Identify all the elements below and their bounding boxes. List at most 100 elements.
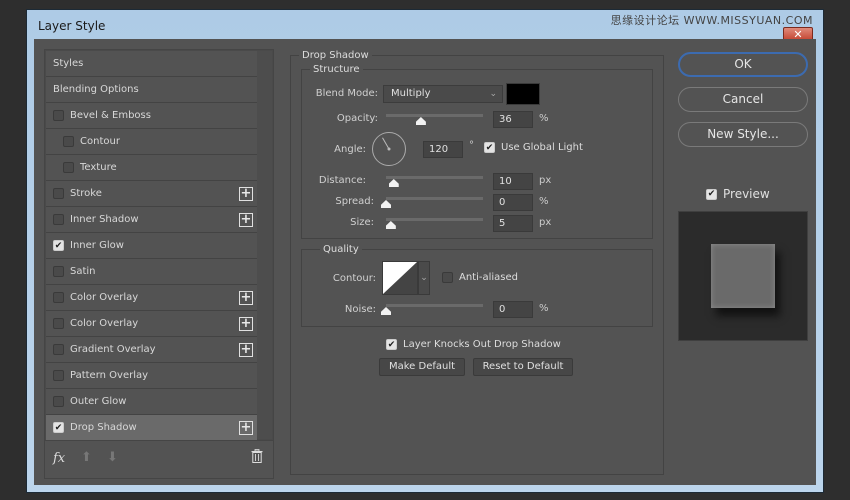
noise-input[interactable]: 0 — [493, 301, 533, 318]
styles-scrollbar[interactable] — [257, 51, 272, 439]
move-down-icon[interactable]: ⬇ — [107, 450, 118, 465]
angle-needle-icon — [382, 137, 391, 151]
angle-dial[interactable] — [372, 132, 406, 166]
trash-icon[interactable] — [251, 449, 263, 463]
style-item-color-overlay[interactable]: Color Overlay + — [46, 285, 257, 311]
preview-checkbox[interactable]: ✔ Preview — [706, 187, 770, 201]
opacity-slider[interactable] — [386, 114, 483, 117]
checkbox-box — [442, 272, 453, 283]
checkbox-box[interactable] — [53, 396, 64, 407]
checkbox-box[interactable] — [53, 292, 64, 303]
checkbox-box[interactable] — [53, 188, 64, 199]
style-item-inner-glow[interactable]: ✔ Inner Glow — [46, 233, 257, 259]
noise-slider[interactable] — [386, 304, 483, 307]
size-input[interactable]: 5 — [493, 215, 533, 232]
make-default-button[interactable]: Make Default — [379, 358, 465, 376]
size-slider[interactable] — [386, 218, 483, 221]
opacity-unit: % — [539, 113, 549, 124]
angle-unit: ° — [469, 140, 474, 151]
angle-label: Angle: — [334, 144, 366, 155]
distance-label: Distance: — [318, 175, 366, 186]
add-instance-plus-icon[interactable]: + — [239, 343, 253, 357]
dialog-title: Layer Style — [38, 19, 106, 33]
anti-aliased-label: Anti-aliased — [459, 272, 519, 283]
check-icon[interactable]: ✔ — [53, 240, 64, 251]
spread-slider[interactable] — [386, 197, 483, 200]
style-item-blending-options[interactable]: Blending Options — [46, 77, 257, 103]
add-instance-plus-icon[interactable]: + — [239, 421, 253, 435]
structure-title: Structure — [310, 64, 363, 75]
style-item-outer-glow[interactable]: Outer Glow — [46, 389, 257, 415]
style-item-color-overlay[interactable]: Color Overlay + — [46, 311, 257, 337]
style-item-satin[interactable]: Satin — [46, 259, 257, 285]
size-label: Size: — [350, 217, 374, 228]
styles-panel: Styles Blending Options Bevel & Emboss Cont… — [44, 49, 274, 479]
distance-unit: px — [539, 175, 552, 186]
style-item-label: Gradient Overlay — [70, 344, 156, 355]
style-item-gradient-overlay[interactable]: Gradient Overlay + — [46, 337, 257, 363]
style-item-stroke[interactable]: Stroke + — [46, 181, 257, 207]
checkbox-box[interactable] — [53, 370, 64, 381]
title-bar[interactable]: Layer Style 思缘设计论坛 WWW.MISSYUAN.COM ✕ — [27, 10, 823, 42]
style-item-label: Stroke — [70, 188, 102, 199]
quality-group: Quality Contour: ⌄ Anti-aliased Noise: 0… — [301, 244, 653, 327]
dialog-body: Styles Blending Options Bevel & Emboss Cont… — [34, 39, 816, 485]
add-instance-plus-icon[interactable]: + — [239, 213, 253, 227]
style-item-label: Drop Shadow — [70, 422, 137, 433]
add-instance-plus-icon[interactable]: + — [239, 291, 253, 305]
spread-unit: % — [539, 196, 549, 207]
new-style-button[interactable]: New Style... — [678, 122, 808, 147]
style-item-pattern-overlay[interactable]: Pattern Overlay — [46, 363, 257, 389]
style-item-label: Blending Options — [53, 84, 139, 95]
check-icon: ✔ — [706, 188, 717, 200]
ok-button[interactable]: OK — [678, 52, 808, 77]
cancel-button[interactable]: Cancel — [678, 87, 808, 112]
add-instance-plus-icon[interactable]: + — [239, 187, 253, 201]
chevron-down-icon: ⌄ — [420, 273, 428, 283]
contour-label: Contour: — [332, 273, 376, 284]
checkbox-box[interactable] — [53, 344, 64, 355]
distance-slider[interactable] — [386, 176, 483, 179]
blend-mode-value: Multiply — [391, 88, 431, 99]
style-item-bevel-emboss[interactable]: Bevel & Emboss — [46, 103, 257, 129]
style-item-texture[interactable]: Texture — [46, 155, 257, 181]
style-item-inner-shadow[interactable]: Inner Shadow + — [46, 207, 257, 233]
add-instance-plus-icon[interactable]: + — [239, 317, 253, 331]
checkbox-box[interactable] — [53, 214, 64, 225]
style-item-styles[interactable]: Styles — [46, 51, 257, 77]
style-item-label: Outer Glow — [70, 396, 127, 407]
checkbox-box[interactable] — [63, 136, 74, 147]
noise-label: Noise: — [344, 304, 376, 315]
fx-icon[interactable]: fx — [53, 451, 65, 466]
checkbox-box[interactable] — [53, 318, 64, 329]
anti-aliased-checkbox[interactable]: Anti-aliased — [442, 272, 518, 283]
angle-input[interactable]: 120 — [423, 141, 463, 158]
opacity-input[interactable]: 36 — [493, 111, 533, 128]
shadow-color-swatch[interactable] — [506, 83, 540, 105]
layer-knocks-out-checkbox[interactable]: ✔ Layer Knocks Out Drop Shadow — [386, 339, 561, 350]
checkbox-box[interactable] — [53, 110, 64, 121]
style-item-label: Inner Shadow — [70, 214, 139, 225]
layer-style-dialog: Layer Style 思缘设计论坛 WWW.MISSYUAN.COM ✕ St… — [26, 9, 824, 493]
contour-dropdown[interactable]: ⌄ — [418, 261, 430, 295]
drop-shadow-panel: Drop Shadow Structure Blend Mode: Multip… — [290, 50, 664, 475]
distance-input[interactable]: 10 — [493, 173, 533, 190]
style-item-drop-shadow[interactable]: ✔ Drop Shadow + — [46, 415, 257, 441]
spread-input[interactable]: 0 — [493, 194, 533, 211]
styles-list: Styles Blending Options Bevel & Emboss Cont… — [46, 51, 257, 441]
move-up-icon[interactable]: ⬆ — [81, 450, 92, 465]
check-icon[interactable]: ✔ — [53, 422, 64, 433]
checkbox-box[interactable] — [53, 266, 64, 277]
layer-knocks-out-label: Layer Knocks Out Drop Shadow — [403, 339, 561, 350]
quality-title: Quality — [320, 244, 362, 255]
reset-to-default-button[interactable]: Reset to Default — [473, 358, 573, 376]
style-item-contour[interactable]: Contour — [46, 129, 257, 155]
noise-unit: % — [539, 303, 549, 314]
checkbox-box[interactable] — [63, 162, 74, 173]
size-unit: px — [539, 217, 552, 228]
style-item-label: Inner Glow — [70, 240, 124, 251]
contour-preview[interactable] — [382, 261, 418, 295]
chevron-down-icon: ⌄ — [489, 89, 497, 99]
use-global-light-checkbox[interactable]: ✔ Use Global Light — [484, 142, 583, 153]
blend-mode-dropdown[interactable]: Multiply ⌄ — [383, 85, 503, 103]
